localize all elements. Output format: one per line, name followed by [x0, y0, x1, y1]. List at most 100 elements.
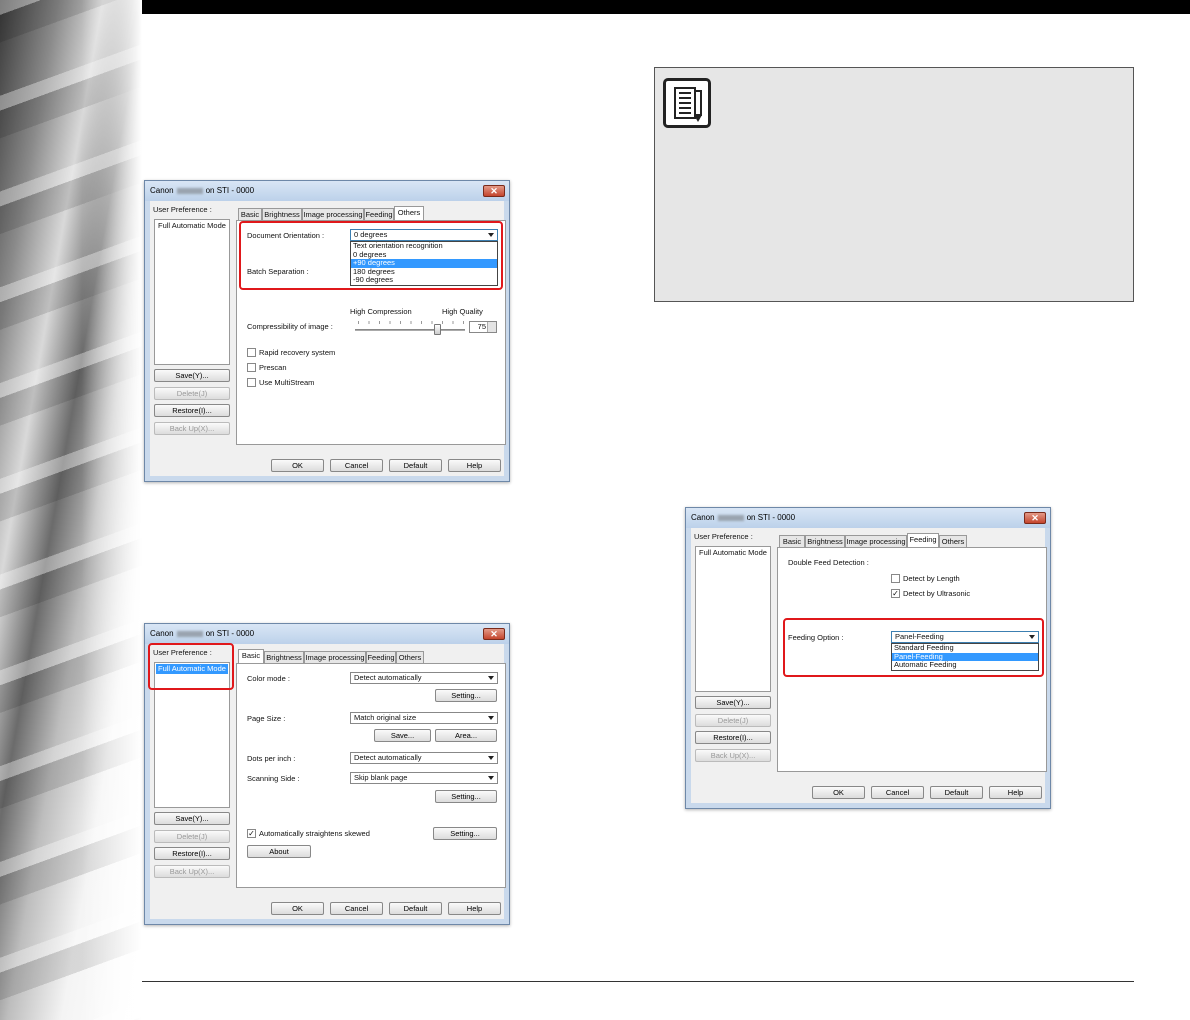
preference-list[interactable]: Full Automatic Mode [695, 546, 771, 692]
dialog-title: Canon on STI - 0000 [150, 629, 255, 638]
high-compression-label: High Compression [350, 307, 412, 316]
detect-length-label: Detect by Length [903, 574, 960, 583]
cancel-button[interactable]: Cancel [330, 902, 383, 915]
tab-brightness[interactable]: Brightness [805, 535, 845, 547]
cancel-button[interactable]: Cancel [330, 459, 383, 472]
page-save-button[interactable]: Save... [374, 729, 431, 742]
dialog-title: Canon on STI - 0000 [150, 186, 255, 195]
tab-basic[interactable]: Basic [238, 208, 262, 220]
default-button[interactable]: Default [389, 459, 442, 472]
delete-preference-button[interactable]: Delete(J) [154, 830, 230, 843]
tab-feeding[interactable]: Feeding [364, 208, 394, 220]
default-button[interactable]: Default [930, 786, 983, 799]
tab-image-processing[interactable]: Image processing [845, 535, 907, 547]
dpi-label: Dots per inch : [247, 754, 296, 763]
backup-preference-button[interactable]: Back Up(X)... [695, 749, 771, 762]
tab-image-processing[interactable]: Image processing [302, 208, 364, 220]
page-size-select[interactable]: Match original size [350, 712, 498, 724]
straighten-setting-button[interactable]: Setting... [433, 827, 497, 840]
prescan-checkbox[interactable] [247, 363, 256, 372]
user-preference-label: User Preference : [153, 205, 212, 214]
multistream-label: Use MultiStream [259, 378, 315, 387]
title-bar: Canon on STI - 0000 ✕ [145, 624, 509, 644]
rapid-recovery-label: Rapid recovery system [259, 348, 336, 357]
double-feed-label: Double Feed Detection : [788, 558, 869, 567]
color-setting-button[interactable]: Setting... [435, 689, 497, 702]
ok-button[interactable]: OK [271, 459, 324, 472]
color-mode-label: Color mode : [247, 674, 290, 683]
save-preference-button[interactable]: Save(Y)... [695, 696, 771, 709]
ok-button[interactable]: OK [812, 786, 865, 799]
compressibility-spinbox[interactable]: 75 [469, 321, 497, 333]
list-item[interactable]: Full Automatic Mode [697, 548, 769, 558]
straighten-label: Automatically straightens skewed [259, 829, 370, 838]
save-preference-button[interactable]: Save(Y)... [154, 812, 230, 825]
top-header-bar [142, 0, 1190, 14]
detect-ultrasonic-label: Detect by Ultrasonic [903, 589, 971, 598]
delete-preference-button[interactable]: Delete(J) [695, 714, 771, 727]
decorative-side-art [0, 0, 142, 1020]
restore-preference-button[interactable]: Restore(I)... [154, 847, 230, 860]
chevron-down-icon [488, 716, 494, 720]
help-button[interactable]: Help [448, 459, 501, 472]
prescan-label: Prescan [259, 363, 287, 372]
dpi-select[interactable]: Detect automatically [350, 752, 498, 764]
backup-preference-button[interactable]: Back Up(X)... [154, 422, 230, 435]
backup-preference-button[interactable]: Back Up(X)... [154, 865, 230, 878]
scanning-side-setting-button[interactable]: Setting... [435, 790, 497, 803]
tab-brightness[interactable]: Brightness [262, 208, 302, 220]
basic-panel: Color mode : Detect automatically Settin… [236, 663, 506, 888]
tab-image-processing[interactable]: Image processing [304, 651, 366, 663]
highlight-feeding-option [783, 618, 1044, 677]
chevron-down-icon [488, 676, 494, 680]
compressibility-slider-track[interactable] [355, 329, 465, 331]
footer-rule [142, 981, 1134, 982]
note-box [654, 67, 1134, 302]
color-mode-select[interactable]: Detect automatically [350, 672, 498, 684]
rapid-recovery-checkbox[interactable] [247, 348, 256, 357]
note-icon [663, 78, 711, 128]
help-button[interactable]: Help [989, 786, 1042, 799]
tab-basic[interactable]: Basic [238, 649, 264, 663]
close-button[interactable]: ✕ [1024, 512, 1046, 524]
about-button[interactable]: About [247, 845, 311, 858]
user-preference-label: User Preference : [694, 532, 753, 541]
highlight-user-preference [148, 643, 234, 690]
restore-preference-button[interactable]: Restore(I)... [154, 404, 230, 417]
tab-others[interactable]: Others [939, 535, 967, 547]
restore-preference-button[interactable]: Restore(I)... [695, 731, 771, 744]
area-button[interactable]: Area... [435, 729, 497, 742]
preference-list[interactable]: Full Automatic Mode [154, 219, 230, 365]
tab-feeding[interactable]: Feeding [907, 533, 939, 547]
highlight-orientation [239, 221, 503, 290]
detect-ultrasonic-checkbox[interactable]: ✓ [891, 589, 900, 598]
list-item[interactable]: Full Automatic Mode [156, 221, 228, 231]
help-button[interactable]: Help [448, 902, 501, 915]
delete-preference-button[interactable]: Delete(J) [154, 387, 230, 400]
title-bar: Canon on STI - 0000 ✕ [686, 508, 1050, 528]
tab-feeding[interactable]: Feeding [366, 651, 396, 663]
ok-button[interactable]: OK [271, 902, 324, 915]
scanning-side-label: Scanning Side : [247, 774, 300, 783]
tab-brightness[interactable]: Brightness [264, 651, 304, 663]
chevron-down-icon [488, 776, 494, 780]
close-button[interactable]: ✕ [483, 628, 505, 640]
title-bar: Canon on STI - 0000 ✕ [145, 181, 509, 201]
close-button[interactable]: ✕ [483, 185, 505, 197]
save-preference-button[interactable]: Save(Y)... [154, 369, 230, 382]
straighten-checkbox[interactable]: ✓ [247, 829, 256, 838]
default-button[interactable]: Default [389, 902, 442, 915]
tab-others[interactable]: Others [396, 651, 424, 663]
dialog-title: Canon on STI - 0000 [691, 513, 796, 522]
multistream-checkbox[interactable] [247, 378, 256, 387]
slider-ticks [358, 321, 466, 324]
chevron-down-icon [488, 756, 494, 760]
detect-length-checkbox[interactable] [891, 574, 900, 583]
tab-others[interactable]: Others [394, 206, 424, 220]
tab-basic[interactable]: Basic [779, 535, 805, 547]
page-size-label: Page Size : [247, 714, 286, 723]
scanning-side-select[interactable]: Skip blank page [350, 772, 498, 784]
compressibility-slider-thumb[interactable] [433, 324, 441, 335]
high-quality-label: High Quality [442, 307, 483, 316]
cancel-button[interactable]: Cancel [871, 786, 924, 799]
